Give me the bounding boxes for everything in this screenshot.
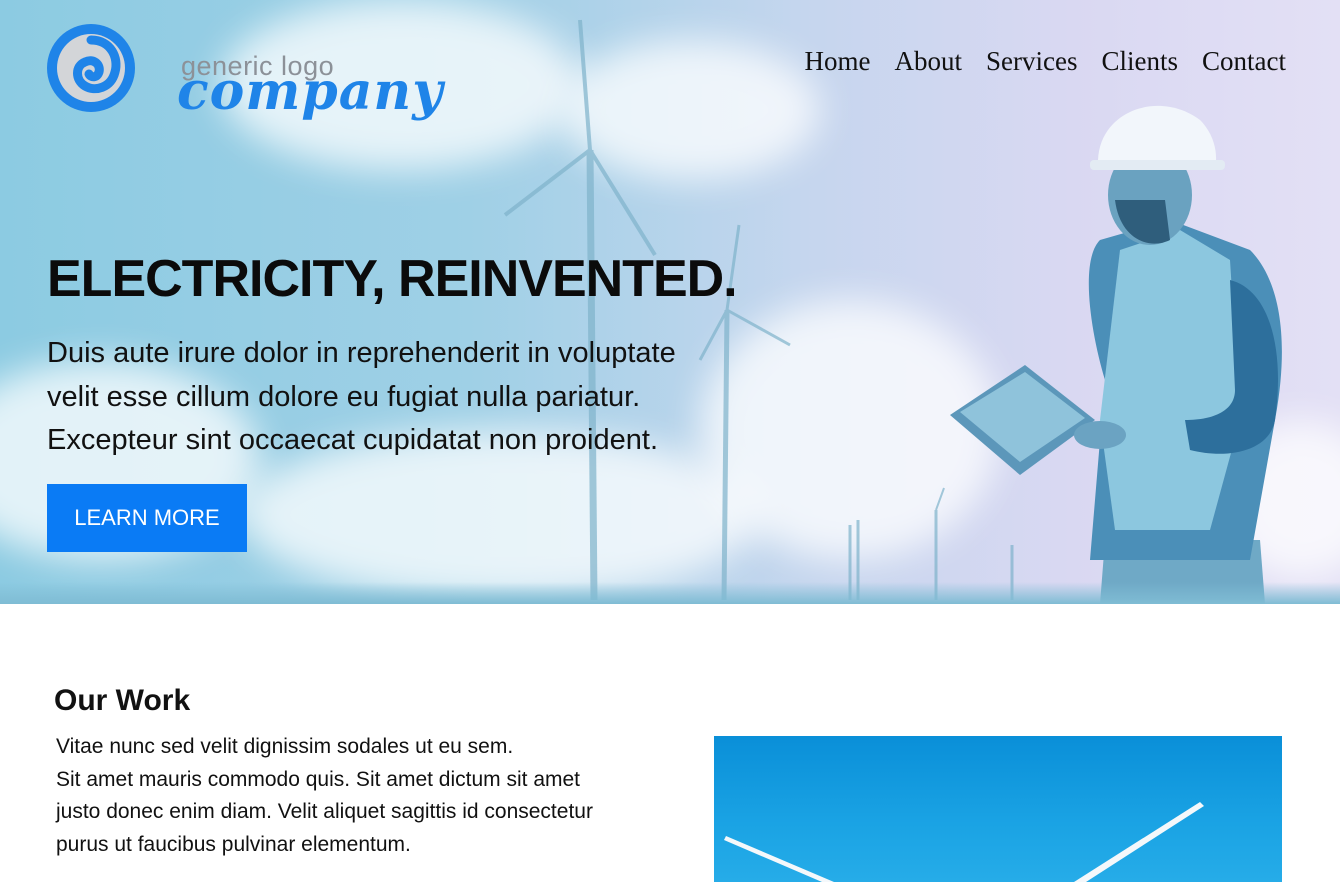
- our-work-line: justo donec enim diam. Velit aliquet sag…: [56, 800, 593, 823]
- our-work-image: [714, 736, 1282, 882]
- swirl-logo-icon: [47, 24, 135, 112]
- hero-description-line: Excepteur sint occaecat cupidatat non pr…: [47, 424, 658, 456]
- our-work-line: Sit amet mauris commodo quis. Sit amet d…: [56, 767, 581, 791]
- our-work-heading: Our Work: [54, 684, 191, 717]
- hero-description-line: Duis aute irure dolor in reprehenderit i…: [47, 337, 676, 369]
- horizon: [0, 582, 1340, 604]
- turbine-blades-illustration: [724, 802, 1204, 882]
- nav-about[interactable]: About: [895, 44, 963, 78]
- hero-description: Duis aute irure dolor in reprehenderit i…: [47, 332, 767, 463]
- nav-clients[interactable]: Clients: [1102, 44, 1179, 78]
- hero-section: generic logo company Home About Services…: [0, 0, 1340, 604]
- our-work-description: Vitae nunc sed velit dignissim sodales u…: [56, 731, 696, 861]
- nav-contact[interactable]: Contact: [1202, 44, 1286, 78]
- logo-wordmark: company: [177, 61, 444, 122]
- company-logo[interactable]: generic logo company: [45, 20, 442, 120]
- hero-title: ELECTRICITY, REINVENTED.: [47, 250, 738, 308]
- learn-more-button[interactable]: LEARN MORE: [47, 484, 247, 552]
- our-work-line: Vitae nunc sed velit dignissim sodales u…: [56, 735, 514, 758]
- main-nav: Home About Services Clients Contact: [781, 44, 1286, 78]
- nav-home[interactable]: Home: [805, 44, 871, 78]
- nav-services[interactable]: Services: [986, 44, 1077, 78]
- our-work-line: purus ut faucibus pulvinar elementum.: [56, 832, 411, 856]
- engineer-illustration: [950, 105, 1282, 604]
- hero-description-line: velit esse cillum dolore eu fugiat nulla…: [47, 380, 641, 413]
